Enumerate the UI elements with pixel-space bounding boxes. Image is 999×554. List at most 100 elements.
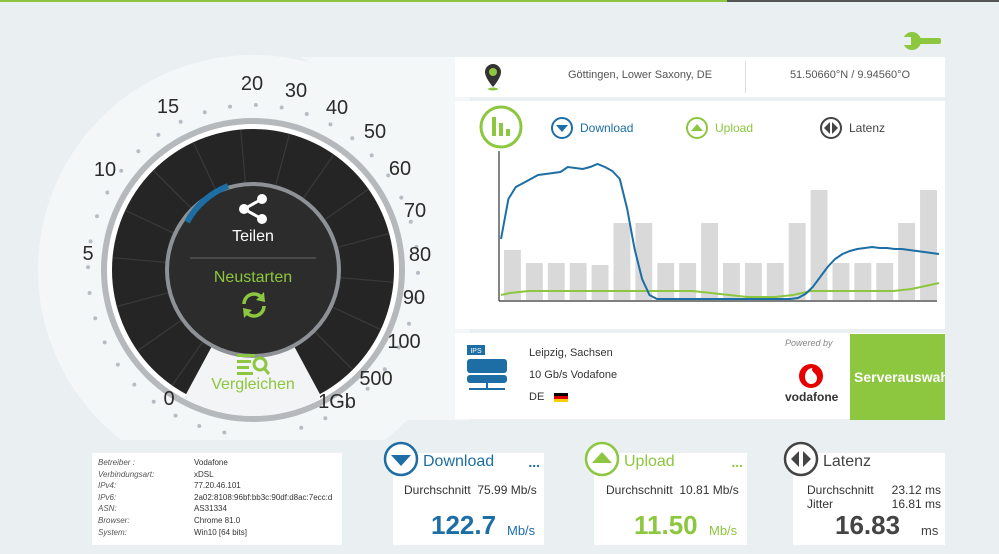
gauge-dot: [115, 362, 120, 367]
latency-unit: ms: [921, 523, 939, 538]
isp-info-panel: Betreiber : Vodafone Verbindungsart: xDSL IP…: [92, 453, 342, 545]
vodafone-wordmark: vodafone: [785, 390, 839, 404]
server-country: DE: [529, 391, 569, 403]
upload-stat-card: Upload ... Durchschnitt 10.81 Mb/s 11.50…: [584, 441, 747, 545]
latency-stat-card: Latenz Durchschnitt 23.12 ms Jitter 16.8…: [783, 441, 945, 545]
gauge-dot: [415, 270, 420, 275]
gauge-dot: [228, 104, 233, 109]
speed-graph-panel: Download Upload Latenz: [455, 101, 945, 329]
gauge-dot: [369, 153, 374, 158]
gauge-dot: [350, 136, 355, 141]
isp-key: System:: [98, 527, 127, 537]
latency-jitter-label: Jitter: [807, 497, 834, 511]
isp-value: AS31334: [194, 504, 227, 514]
gauge-dot: [279, 105, 284, 110]
upload-more-button[interactable]: ...: [731, 454, 743, 470]
latency-avg-label: Durchschnitt: [807, 483, 874, 497]
gauge-tick-label: 70: [404, 200, 426, 222]
gauge-dot: [151, 399, 156, 404]
isp-value: xDSL: [194, 469, 214, 479]
upload-unit: Mb/s: [709, 523, 738, 538]
gauge-dot: [197, 424, 202, 429]
latency-bar: [788, 223, 806, 300]
location-separator: [745, 61, 746, 93]
gauge-dot: [105, 190, 110, 195]
legend-download-label: Download: [580, 121, 634, 135]
speed-graph: [498, 151, 940, 302]
isp-row: Verbindungsart: xDSL: [98, 469, 336, 481]
gauge-tick-label: 15: [157, 96, 179, 118]
latency-value: 16.83: [835, 510, 901, 540]
legend-latency-label: Latenz: [849, 121, 886, 135]
germany-flag-icon: [554, 392, 569, 402]
download-line: [500, 162, 940, 300]
refresh-icon[interactable]: [239, 290, 269, 320]
gauge-dot: [156, 132, 161, 137]
download-avg: Durchschnitt 75.99 Mb/s: [404, 483, 537, 497]
isp-row: System: Win10 [64 bits]: [98, 527, 336, 539]
server-panel: IPS Leipzig, Sachsen 10 Gb/s Vodafone DE…: [455, 333, 945, 420]
wrench-icon[interactable]: [903, 30, 941, 52]
isp-value: Vodafone: [194, 458, 228, 467]
isp-key: Betreiber :: [98, 458, 135, 467]
powered-by: Powered by: [785, 338, 833, 348]
gauge-dot: [299, 425, 304, 430]
share-button[interactable]: Teilen: [213, 228, 293, 246]
gauge-dot: [136, 149, 141, 154]
latency-jitter-value: 16.81 ms: [891, 497, 941, 511]
gauge-tick-label: 60: [389, 158, 411, 180]
gauge-dot: [93, 316, 98, 321]
isp-key: IPv4:: [98, 481, 117, 491]
gauge-tick-label: 1Gb: [318, 391, 356, 413]
server-select-button[interactable]: Serverauswahl: [850, 334, 945, 420]
latency-avg-value: 23.12 ms: [891, 483, 941, 497]
isp-key: ASN:: [98, 504, 117, 514]
gauge-tick-label: 5: [82, 243, 93, 265]
download-arrow-icon: [551, 117, 573, 139]
latency-icon: [820, 117, 842, 139]
vodafone-logo-icon: [799, 364, 823, 388]
gauge-tick-label: 50: [364, 121, 386, 143]
download-arrow-icon[interactable]: [383, 441, 419, 477]
legend-upload[interactable]: Upload: [685, 116, 753, 140]
latency-bar: [613, 223, 631, 300]
download-title: Download: [423, 453, 495, 470]
latency-icon[interactable]: [783, 441, 819, 477]
upload-avg-value: 10.81 Mb/s: [679, 483, 739, 497]
latency-bar: [679, 263, 697, 300]
location-city: Göttingen, Lower Saxony, DE: [567, 69, 713, 81]
location-coords: 51.50660°N / 9.94560°O: [789, 69, 911, 81]
gauge-tick-label: 10: [94, 159, 116, 181]
top-dark-line: [727, 0, 999, 2]
gauge-dot: [178, 119, 183, 124]
compare-icon[interactable]: [236, 352, 270, 376]
gauge-tick-label: 40: [326, 97, 348, 119]
latency-bar: [854, 263, 872, 300]
upload-arrow-icon[interactable]: [584, 441, 620, 477]
share-icon[interactable]: [238, 193, 270, 225]
latency-bar: [547, 263, 565, 300]
gauge-dot: [94, 214, 99, 219]
server-icon: IPS: [467, 345, 507, 390]
isp-value: 2a02:8108:96bf:bb3c:90df:d8ac:7ecc:d: [194, 492, 333, 502]
legend-latency[interactable]: Latenz: [819, 116, 885, 140]
gauge-dot: [86, 265, 91, 270]
latency-title: Latenz: [823, 453, 872, 470]
bar-chart-icon[interactable]: [479, 105, 523, 149]
gauge-tick-label: 0: [163, 388, 174, 410]
gauge-tick-label: 20: [241, 73, 263, 95]
restart-button[interactable]: Neustarten: [193, 269, 313, 287]
gauge-tick-label: 30: [285, 80, 307, 102]
upload-arrow-icon: [686, 117, 708, 139]
server-city: Leipzig, Sachsen: [529, 347, 613, 359]
download-more-button[interactable]: ...: [528, 454, 540, 470]
location-bar: Göttingen, Lower Saxony, DE 51.50660°N /…: [455, 57, 945, 97]
latency-bar: [832, 263, 850, 300]
gauge-tick-label: 100: [387, 331, 420, 353]
gauge-dot: [323, 416, 328, 421]
compare-button[interactable]: Vergleichen: [193, 376, 313, 394]
legend-download[interactable]: Download: [550, 116, 633, 140]
gauge-tick-label: 90: [403, 287, 425, 309]
download-stat-card: Download ... Durchschnitt 75.99 Mb/s 122…: [383, 441, 544, 545]
latency-bar: [591, 265, 609, 300]
